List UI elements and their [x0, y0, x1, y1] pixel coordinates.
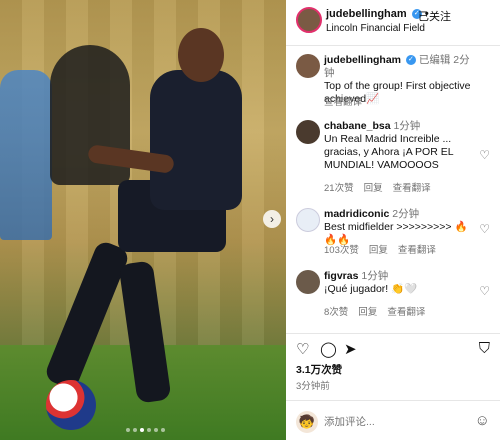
player-jersey — [150, 70, 242, 210]
translate-link[interactable]: 查看翻译 — [387, 304, 425, 318]
carousel-dot-active — [140, 428, 144, 432]
bookmark-icon[interactable]: ⛉ — [479, 340, 490, 357]
heart-icon[interactable]: ♡ — [479, 148, 490, 162]
post-action-bar: ♡ ◯ ➤ ⛉ — [286, 333, 500, 358]
user-avatar: 🧒 — [296, 411, 318, 433]
comment-item: figvras 1分钟 ¡Qué jugador! 👏🤍 ♡ 8次赞 回复 查看… — [286, 270, 500, 320]
comment-time: 1分钟 — [393, 120, 421, 132]
background-spectator — [0, 70, 52, 240]
translate-link[interactable]: 查看翻译 — [393, 180, 431, 194]
post-timestamp: 3分钟前 — [296, 381, 330, 392]
translate-link[interactable]: 查看翻译 — [324, 94, 362, 108]
caption-row: judebellingham ✓ 已编辑 2分钟 Top of the grou… — [286, 54, 500, 110]
comment-bubble-icon[interactable]: ◯ — [320, 340, 337, 358]
football — [46, 380, 96, 430]
like-count[interactable]: 3.1万次赞 — [296, 362, 342, 377]
carousel-dot — [126, 428, 130, 432]
comment-composer: 🧒 ☺ — [286, 400, 500, 440]
comment-author-avatar[interactable] — [296, 120, 320, 144]
comment-author-avatar[interactable] — [296, 208, 320, 232]
caption-author-avatar[interactable] — [296, 54, 320, 78]
comment-text: Un Real Madrid Increible ... gracias, y … — [324, 133, 454, 171]
comment-likes[interactable]: 103次赞 — [324, 242, 359, 256]
post-photo[interactable]: › — [0, 0, 286, 440]
edited-label: 已编辑 — [418, 54, 451, 66]
comment-likes[interactable]: 8次赞 — [324, 304, 348, 318]
post-header: judebellingham ✓ • 已关注 Lincoln Financial… — [286, 0, 500, 46]
chevron-right-icon[interactable]: › — [263, 210, 281, 228]
comment-likes[interactable]: 21次赞 — [324, 180, 354, 194]
comment-author[interactable]: madridiconic — [324, 208, 389, 220]
paper-plane-icon[interactable]: ➤ — [344, 340, 357, 358]
heart-icon[interactable]: ♡ — [479, 284, 490, 298]
player-head — [178, 28, 224, 82]
smile-icon[interactable]: ☺ — [475, 412, 490, 429]
heart-icon[interactable]: ♡ — [296, 340, 309, 358]
heart-icon[interactable]: ♡ — [479, 222, 490, 236]
comment-author-avatar[interactable] — [296, 270, 320, 294]
comment-time: 2分钟 — [392, 208, 420, 220]
follow-status-button[interactable]: 已关注 — [418, 8, 451, 24]
verified-badge-icon: ✓ — [405, 55, 416, 66]
comment-author[interactable]: figvras — [324, 270, 358, 282]
carousel-dots — [126, 428, 165, 432]
post-side-panel: judebellingham ✓ • 已关注 Lincoln Financial… — [286, 0, 500, 440]
comment-text: ¡Qué jugador! 👏🤍 — [324, 283, 418, 295]
comment-author[interactable]: chabane_bsa — [324, 120, 391, 132]
carousel-dot — [161, 428, 165, 432]
carousel-dot — [154, 428, 158, 432]
caption-author[interactable]: judebellingham — [324, 54, 401, 66]
carousel-dot — [133, 428, 137, 432]
comment-time: 1分钟 — [361, 270, 389, 282]
author-avatar[interactable] — [296, 7, 322, 33]
reply-button[interactable]: 回复 — [364, 180, 383, 194]
location-link[interactable]: Lincoln Financial Field — [326, 23, 425, 34]
reply-button[interactable]: 回复 — [369, 242, 388, 256]
comment-item: chabane_bsa 1分钟 Un Real Madrid Increible… — [286, 120, 500, 198]
author-username[interactable]: judebellingham — [326, 8, 407, 20]
reply-button[interactable]: 回复 — [358, 304, 377, 318]
comment-input[interactable] — [324, 414, 464, 430]
comment-item: madridiconic 2分钟 Best midfielder >>>>>>>… — [286, 208, 500, 258]
translate-link[interactable]: 查看翻译 — [398, 242, 436, 256]
carousel-dot — [147, 428, 151, 432]
